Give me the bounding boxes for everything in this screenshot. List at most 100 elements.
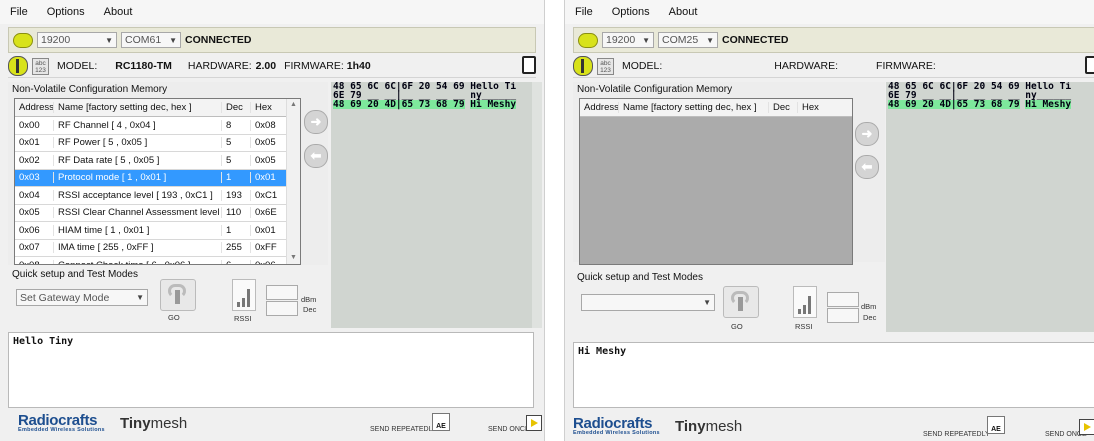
scroll-down-icon[interactable]: ▼ <box>287 252 300 264</box>
chevron-down-icon: ▼ <box>703 298 711 307</box>
nvm-title: Non-Volatile Configuration Memory <box>577 84 733 95</box>
menu-about[interactable]: About <box>659 6 707 18</box>
antenna-go-icon[interactable] <box>160 279 196 311</box>
baud-rate-select[interactable]: 19200 ▼ <box>37 32 117 48</box>
hex-scrollbar[interactable] <box>532 82 542 328</box>
col-hex[interactable]: Hex <box>797 102 830 113</box>
terminal-input[interactable]: Hello Tiny <box>8 332 534 408</box>
table-row[interactable]: 0x07 IMA time [ 255 , 0xFF ] 255 0xFF <box>15 240 300 257</box>
table-row[interactable]: 0x02 RF Data rate [ 5 , 0x05 ] 5 0x05 <box>15 152 300 170</box>
dec-label: Dec <box>303 305 317 314</box>
abc-123-icon[interactable]: abc 123 <box>32 57 49 75</box>
mode-select[interactable]: Set Gateway Mode ▼ <box>16 289 148 306</box>
nvm-panel: Non-Volatile Configuration Memory Addres… <box>8 82 328 265</box>
col-address[interactable]: Address <box>580 102 618 113</box>
dec-field <box>827 308 859 323</box>
dec-field <box>266 301 298 316</box>
connect-led-icon[interactable] <box>578 32 598 48</box>
firmware-label: FIRMWARE: <box>876 60 936 72</box>
mode-select[interactable]: ▼ <box>581 294 715 311</box>
row-dec: 8 <box>221 119 250 131</box>
baud-rate-select[interactable]: 19200 ▼ <box>602 32 654 48</box>
row-address: 0x02 <box>19 154 40 166</box>
terminal-input[interactable]: Hi Meshy <box>573 342 1094 408</box>
menu-file[interactable]: File <box>0 6 37 18</box>
product-rest: mesh <box>705 418 743 435</box>
hex-line: 48 69 20 4D|65 73 68 79 Hi Meshy <box>331 100 542 109</box>
row-address: 0x01 <box>19 137 40 149</box>
col-name[interactable]: Name [factory setting dec, hex ] <box>53 102 221 113</box>
port-select[interactable]: COM25 ▼ <box>658 32 718 48</box>
product-bold: Tiny <box>120 415 151 432</box>
row-hex: 0x05 <box>250 137 283 149</box>
baud-rate-value: 19200 <box>41 34 71 46</box>
write-arrow-right-icon[interactable]: ➜ <box>304 110 328 134</box>
scroll-up-icon[interactable]: ▲ <box>287 99 300 111</box>
abc-123-icon[interactable]: abc 123 <box>597 57 614 75</box>
col-name[interactable]: Name [factory setting dec, hex ] <box>618 102 768 113</box>
row-name: Connect Check time [ 6 , 0x06 ] <box>53 259 221 264</box>
go-label: GO <box>168 313 180 322</box>
row-dec: 5 <box>221 137 250 149</box>
tinymesh-logo: Tinymesh <box>675 418 742 435</box>
table-row[interactable]: 0x01 RF Power [ 5 , 0x05 ] 5 0x05 <box>15 135 300 152</box>
dbm-field <box>827 292 859 307</box>
footer: Radiocrafts Embedded Wireless Solutions … <box>565 413 1094 441</box>
menu-file[interactable]: File <box>565 6 602 18</box>
row-hex: 0x08 <box>250 119 283 131</box>
read-arrow-left-icon[interactable]: ⬅ <box>855 155 879 179</box>
col-hex[interactable]: Hex <box>250 102 283 113</box>
col-dec[interactable]: Dec <box>768 102 797 113</box>
row-name: RF Channel [ 4 , 0x04 ] <box>53 119 221 131</box>
firmware-label: FIRMWARE: <box>284 60 344 72</box>
rssi-bars-icon[interactable] <box>793 286 817 318</box>
table-scrollbar[interactable]: ▲ ▼ <box>286 99 300 264</box>
mode-value: Set Gateway Mode <box>20 291 110 304</box>
col-address[interactable]: Address <box>15 102 53 113</box>
table-row[interactable]: 0x08Connect Check time [ 6 , 0x06 ]60x06 <box>15 257 300 264</box>
menu-options[interactable]: Options <box>37 6 94 18</box>
table-row[interactable]: 0x04 RSSI acceptance level [ 193 , 0xC1 ]… <box>15 187 300 205</box>
power-knob-icon[interactable] <box>573 56 593 76</box>
send-repeatedly-label: SEND REPEATEDLY <box>370 426 437 433</box>
row-name: IMA time [ 255 , 0xFF ] <box>53 242 221 254</box>
port-value: COM25 <box>662 34 699 46</box>
send-once-icon[interactable] <box>526 415 542 431</box>
rssi-bars-icon[interactable] <box>232 279 256 311</box>
row-address: 0x08 <box>15 260 53 264</box>
quick-setup-title: Quick setup and Test Modes <box>577 272 703 283</box>
read-arrow-left-icon[interactable]: ⬅ <box>304 144 328 168</box>
menu-options[interactable]: Options <box>602 6 659 18</box>
dbm-field <box>266 285 298 300</box>
table-row[interactable]: 0x06 HIAM time [ 1 , 0x01 ] 1 0x01 <box>15 222 300 240</box>
row-hex: 0x05 <box>250 154 283 166</box>
table-header: Address Name [factory setting dec, hex ]… <box>15 99 300 117</box>
chevron-down-icon: ▼ <box>136 293 144 302</box>
nvm-table: Address Name [factory setting dec, hex ]… <box>14 98 301 265</box>
rssi-label: RSSI <box>234 314 252 323</box>
terminal-window-right: File Options About 19200 ▼ COM25 ▼ CONNE… <box>564 0 1094 441</box>
antenna-go-icon[interactable] <box>723 286 759 318</box>
menu-about[interactable]: About <box>94 6 142 18</box>
write-arrow-right-icon[interactable]: ➜ <box>855 122 879 146</box>
power-knob-icon[interactable] <box>8 56 28 76</box>
table-row[interactable]: 0x03 Protocol mode [ 1 , 0x01 ] 1 0x01 <box>15 169 300 187</box>
send-repeatedly-label: SEND REPEATEDLY <box>923 431 990 438</box>
port-select[interactable]: COM61 ▼ <box>121 32 181 48</box>
document-icon[interactable] <box>522 56 536 74</box>
send-once-icon[interactable] <box>1079 419 1094 435</box>
document-icon[interactable] <box>1085 56 1094 74</box>
hardware-label: HARDWARE: <box>187 60 252 72</box>
connect-led-icon[interactable] <box>13 32 33 48</box>
row-dec: 6 <box>221 259 250 264</box>
col-dec[interactable]: Dec <box>221 102 250 113</box>
table-row[interactable]: 0x05 RSSI Clear Channel Assessment level … <box>15 205 300 222</box>
nvm-panel: Non-Volatile Configuration Memory Addres… <box>573 82 885 265</box>
connection-bar: 19200 ▼ COM25 ▼ CONNECTED <box>573 27 1094 53</box>
row-address: 0x07 <box>19 242 40 254</box>
send-repeatedly-icon[interactable]: AE <box>432 413 450 431</box>
model-value: RC1180-TM <box>115 60 172 72</box>
send-repeatedly-icon[interactable]: AE <box>987 416 1005 434</box>
row-name: RSSI acceptance level [ 193 , 0xC1 ] <box>53 189 221 201</box>
table-row[interactable]: 0x00 RF Channel [ 4 , 0x04 ] 8 0x08 <box>15 117 300 135</box>
